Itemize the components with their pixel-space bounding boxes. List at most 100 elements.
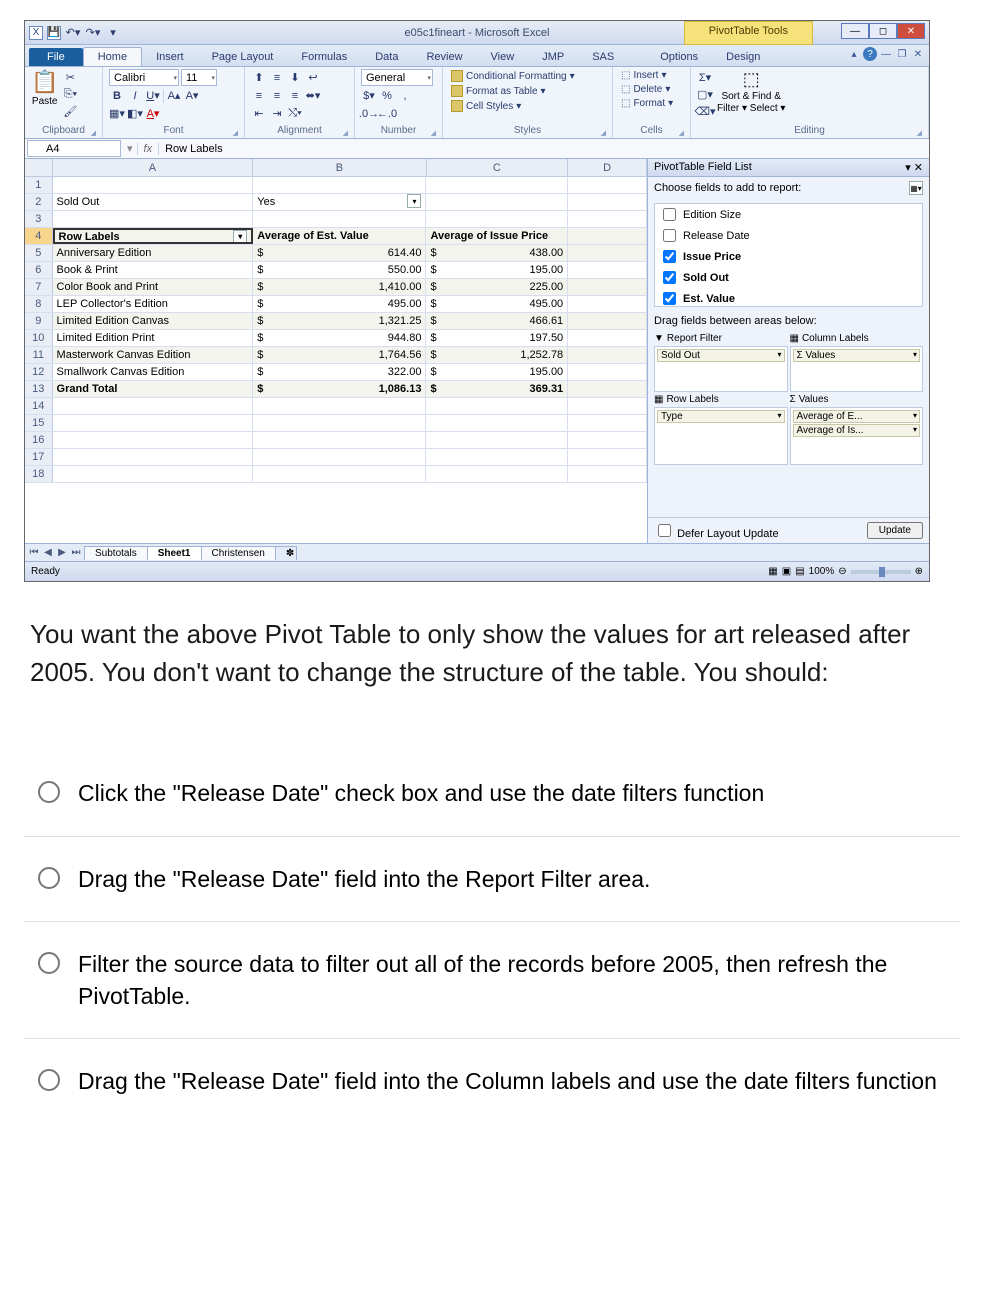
font-name-combo[interactable]: Calibri bbox=[109, 69, 179, 86]
align-top-icon[interactable]: ⬆ bbox=[251, 70, 267, 86]
grow-font-icon[interactable]: A▴ bbox=[166, 88, 182, 104]
clear-icon[interactable]: ⌫▾ bbox=[697, 103, 713, 119]
wb-restore-icon[interactable]: ❐ bbox=[895, 47, 909, 61]
view-layout-icon[interactable]: ▣ bbox=[782, 566, 791, 577]
option-radio-3[interactable] bbox=[38, 952, 60, 974]
tab-review[interactable]: Review bbox=[412, 48, 476, 66]
tab-options[interactable]: Options bbox=[646, 48, 712, 66]
col-header-d[interactable]: D bbox=[568, 159, 647, 176]
tab-sas[interactable]: SAS bbox=[578, 48, 628, 66]
maximize-button[interactable]: ◻ bbox=[869, 23, 897, 39]
tab-view[interactable]: View bbox=[477, 48, 529, 66]
insert-cells-button[interactable]: ⬚ Insert ▾ bbox=[619, 69, 684, 82]
fx-icon[interactable]: fx bbox=[137, 143, 160, 155]
sheet-nav-next-icon[interactable]: ▶ bbox=[55, 547, 69, 558]
view-break-icon[interactable]: ▤ bbox=[795, 566, 804, 577]
worksheet-grid[interactable]: A B C D 1 2 Sold Out Yes▾ 3 4 bbox=[25, 159, 647, 543]
wrap-text-icon[interactable]: ↩ bbox=[305, 70, 321, 86]
option-radio-2[interactable] bbox=[38, 867, 60, 889]
format-painter-icon[interactable]: 🖌 bbox=[62, 103, 78, 119]
borders-icon[interactable]: ▦▾ bbox=[109, 106, 125, 122]
tab-formulas[interactable]: Formulas bbox=[287, 48, 361, 66]
format-as-table-button[interactable]: Format as Table ▾ bbox=[449, 84, 606, 98]
row-labels-drop[interactable]: Type bbox=[654, 407, 788, 465]
col-header-b[interactable]: B bbox=[253, 159, 426, 176]
formula-content[interactable]: Row Labels bbox=[159, 143, 929, 155]
tab-insert[interactable]: Insert bbox=[142, 48, 198, 66]
update-button[interactable]: Update bbox=[867, 522, 923, 539]
indent-inc-icon[interactable]: ⇥ bbox=[269, 106, 285, 122]
indent-dec-icon[interactable]: ⇤ bbox=[251, 106, 267, 122]
new-sheet-icon[interactable]: ✽ bbox=[275, 546, 297, 560]
wb-close-icon[interactable]: ✕ bbox=[911, 47, 925, 61]
align-center-icon[interactable]: ≡ bbox=[269, 88, 285, 104]
sort-filter-icon[interactable]: ⬚ bbox=[743, 69, 760, 90]
sheet-tab-subtotals[interactable]: Subtotals bbox=[84, 546, 148, 560]
option-radio-4[interactable] bbox=[38, 1069, 60, 1091]
cut-icon[interactable]: ✂ bbox=[62, 69, 78, 85]
number-format-combo[interactable]: General bbox=[361, 69, 433, 86]
taskpane-dropdown-icon[interactable]: ▾ bbox=[905, 162, 911, 174]
align-bottom-icon[interactable]: ⬇ bbox=[287, 70, 303, 86]
inc-decimal-icon[interactable]: .0→ bbox=[361, 106, 377, 122]
orientation-icon[interactable]: ⤭▾ bbox=[287, 106, 303, 122]
row-labels-dropdown-icon[interactable]: ▾ bbox=[233, 230, 247, 244]
field-edition-size[interactable]: Edition Size bbox=[655, 204, 922, 225]
bold-icon[interactable]: B bbox=[109, 88, 125, 104]
copy-icon[interactable]: ⎘▾ bbox=[62, 86, 78, 102]
view-normal-icon[interactable]: ▦ bbox=[768, 566, 777, 577]
sheet-tab-sheet1[interactable]: Sheet1 bbox=[147, 546, 202, 560]
fill-color-icon[interactable]: ◧▾ bbox=[127, 106, 143, 122]
underline-icon[interactable]: U▾ bbox=[145, 88, 161, 104]
sheet-tab-christensen[interactable]: Christensen bbox=[201, 546, 276, 560]
tab-data[interactable]: Data bbox=[361, 48, 412, 66]
tab-home[interactable]: Home bbox=[83, 47, 142, 66]
filter-dropdown-icon[interactable]: ▾ bbox=[407, 194, 421, 208]
min-ribbon-icon[interactable]: ▴ bbox=[847, 47, 861, 61]
format-cells-button[interactable]: ⬚ Format ▾ bbox=[619, 97, 684, 110]
tab-file[interactable]: File bbox=[29, 48, 83, 66]
sheet-nav-prev-icon[interactable]: ◀ bbox=[41, 547, 55, 558]
autosum-icon[interactable]: Σ▾ bbox=[697, 69, 713, 85]
minimize-button[interactable]: — bbox=[841, 23, 869, 39]
delete-cells-button[interactable]: ⬚ Delete ▾ bbox=[619, 83, 684, 96]
fill-icon[interactable]: ▢▾ bbox=[697, 86, 713, 102]
tab-design[interactable]: Design bbox=[712, 48, 774, 66]
close-button[interactable]: ✕ bbox=[897, 23, 925, 39]
shrink-font-icon[interactable]: A▾ bbox=[184, 88, 200, 104]
align-middle-icon[interactable]: ≡ bbox=[269, 70, 285, 86]
col-header-c[interactable]: C bbox=[427, 159, 569, 176]
font-color-icon[interactable]: A▾ bbox=[145, 106, 161, 122]
align-left-icon[interactable]: ≡ bbox=[251, 88, 267, 104]
report-filter-drop[interactable]: Sold Out bbox=[654, 346, 788, 392]
option-radio-1[interactable] bbox=[38, 781, 60, 803]
zoom-slider[interactable] bbox=[851, 570, 911, 574]
zoom-in-icon[interactable]: ⊕ bbox=[915, 566, 923, 577]
defer-update-checkbox[interactable]: Defer Layout Update bbox=[654, 521, 779, 540]
sheet-nav-first-icon[interactable]: ⏮ bbox=[27, 547, 41, 558]
paste-icon[interactable]: 📋 bbox=[31, 69, 58, 95]
name-box[interactable]: A4 bbox=[27, 140, 121, 157]
sheet-nav-last-icon[interactable]: ⏭ bbox=[69, 547, 83, 558]
layout-button-icon[interactable]: ▦▾ bbox=[909, 181, 923, 195]
field-issue-price[interactable]: Issue Price bbox=[655, 246, 922, 267]
help-icon[interactable]: ? bbox=[863, 47, 877, 61]
align-right-icon[interactable]: ≡ bbox=[287, 88, 303, 104]
taskpane-close-icon[interactable]: ✕ bbox=[914, 162, 923, 174]
accounting-icon[interactable]: $▾ bbox=[361, 88, 377, 104]
wb-minimize-icon[interactable]: — bbox=[879, 47, 893, 61]
tab-page-layout[interactable]: Page Layout bbox=[198, 48, 288, 66]
font-size-combo[interactable]: 11 bbox=[181, 69, 217, 86]
dec-decimal-icon[interactable]: ←.0 bbox=[379, 106, 395, 122]
values-drop[interactable]: Average of E... Average of Is... bbox=[790, 407, 924, 465]
tab-jmp[interactable]: JMP bbox=[528, 48, 578, 66]
column-labels-drop[interactable]: Σ Values bbox=[790, 346, 924, 392]
zoom-out-icon[interactable]: ⊖ bbox=[838, 566, 846, 577]
field-release-date[interactable]: Release Date bbox=[655, 225, 922, 246]
conditional-formatting-button[interactable]: Conditional Formatting ▾ bbox=[449, 69, 606, 83]
field-sold-out[interactable]: Sold Out bbox=[655, 267, 922, 288]
select-all-corner[interactable] bbox=[25, 159, 53, 176]
comma-icon[interactable]: , bbox=[397, 88, 413, 104]
field-list[interactable]: Edition Size Release Date Issue Price So… bbox=[654, 203, 923, 307]
field-est.-value[interactable]: Est. Value bbox=[655, 288, 922, 307]
